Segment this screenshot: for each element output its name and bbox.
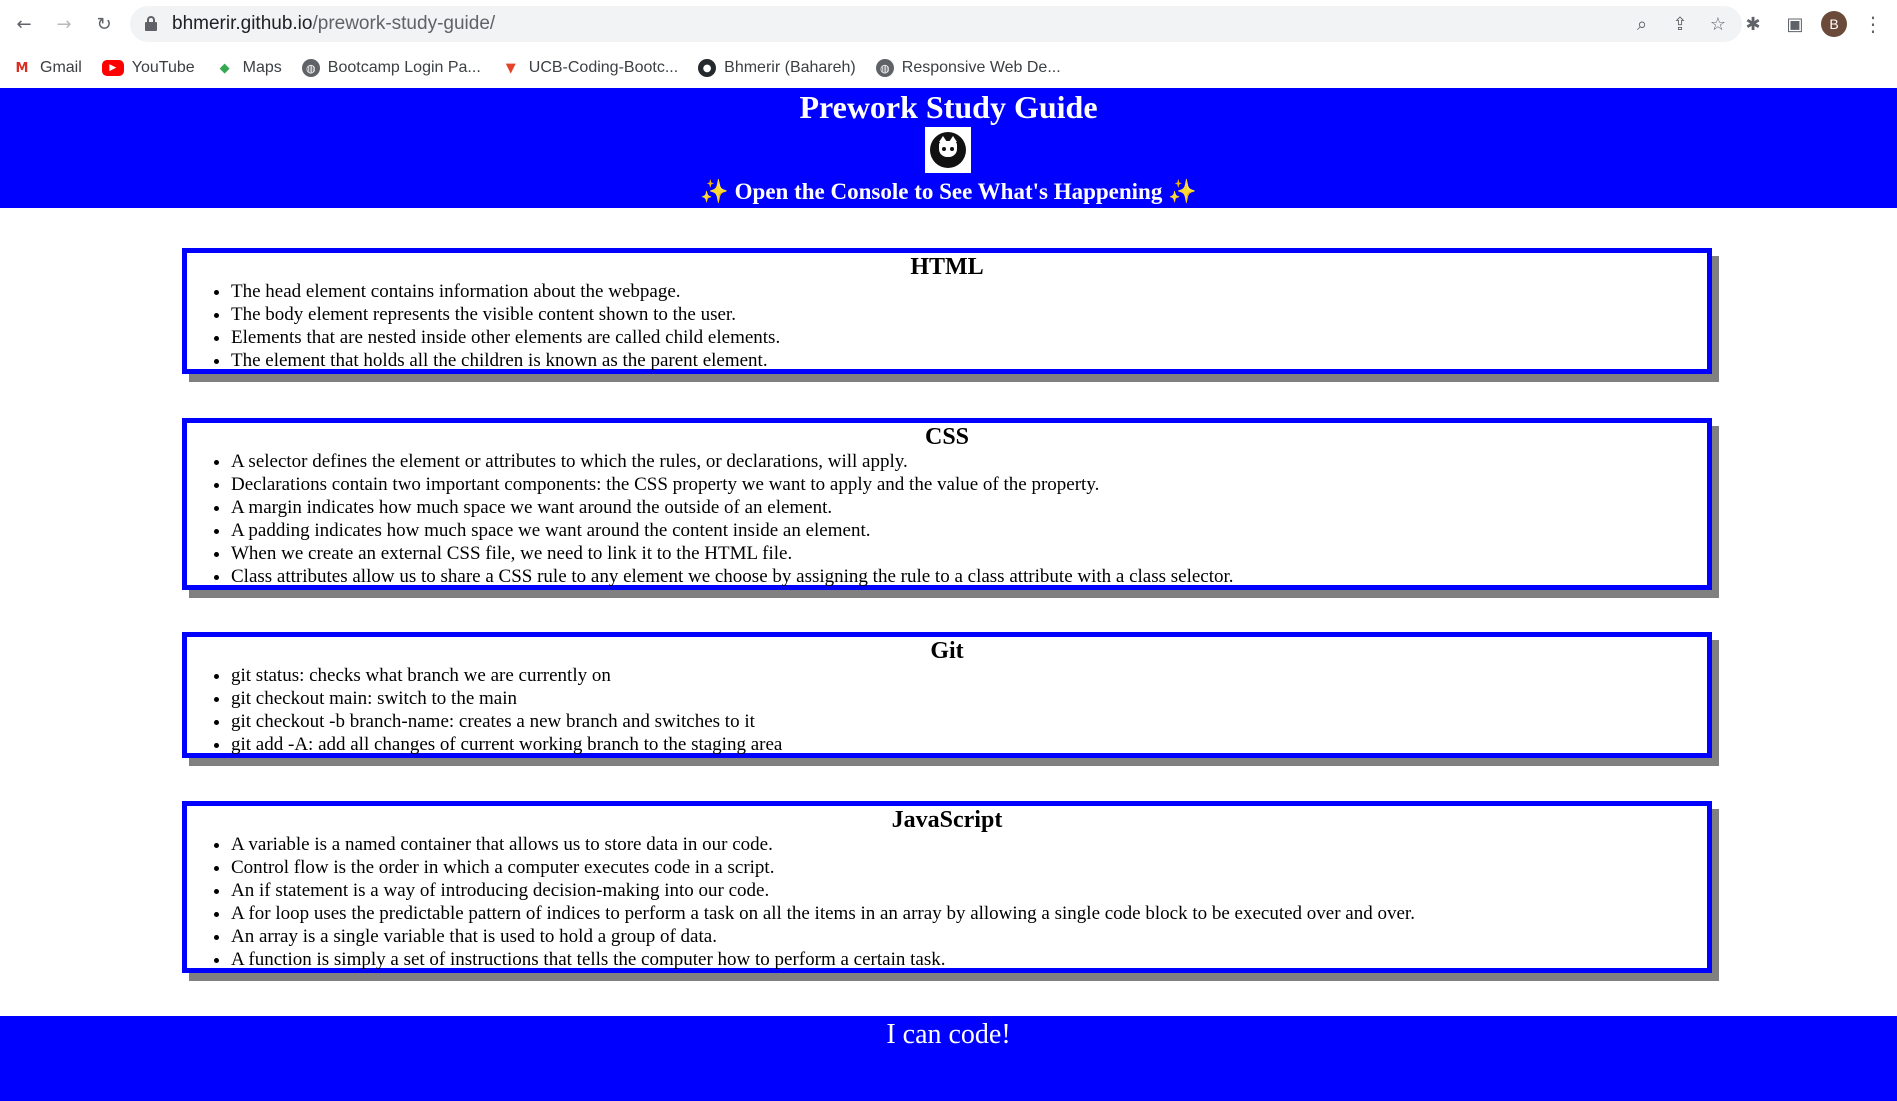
bookmark-youtube[interactable]: ▶ YouTube [101,54,195,82]
side-panel-icon[interactable]: ▣ [1779,8,1811,40]
list-item: The body element represents the visible … [231,303,1707,326]
bookmark-label: UCB-Coding-Bootc... [528,59,679,76]
list-item: Class attributes allow us to share a CSS… [231,565,1707,588]
bookmark-responsive-web-design[interactable]: ◍ Responsive Web De... [875,54,1061,82]
list-item: A padding indicates how much space we wa… [231,519,1707,542]
url-host: bhmerir.github.io [172,13,313,34]
section-title: Git [930,638,964,664]
menu-dots-icon[interactable]: ⋮ [1857,8,1889,40]
list-item: A variable is a named container that all… [231,833,1707,856]
zoom-icon[interactable]: ⌕ [1626,8,1658,40]
page-header: Prework Study Guide ✨ Open the Console t… [0,88,1897,208]
section-list: A variable is a named container that all… [231,833,1707,971]
section-list: A selector defines the element or attrib… [231,450,1707,588]
star-bookmark-icon[interactable]: ☆ [1702,8,1734,40]
list-item: git add -A: add all changes of current w… [231,733,1707,756]
bookmark-gmail[interactable]: M Gmail [12,54,82,82]
javascript-section: JavaScript A variable is a named contain… [182,801,1712,973]
maps-icon: ◆ [219,60,230,76]
git-section: Git git status: checks what branch we ar… [182,632,1712,758]
bookmark-github-bhmerir[interactable]: ● Bhmerir (Bahareh) [698,54,856,82]
forward-arrow-icon[interactable]: → [48,8,80,40]
section-title: CSS [924,424,970,450]
globe-icon: ◍ [301,59,320,77]
url-text[interactable]: bhmerir.github.io/prework-study-guide/ [172,13,495,35]
share-icon[interactable]: ⇪ [1664,8,1696,40]
list-item: When we create an external CSS file, we … [231,542,1707,565]
globe-icon: ◍ [875,59,894,77]
github-icon: ● [698,59,717,77]
list-item: An if statement is a way of introducing … [231,879,1707,902]
page-footer: I can code! [0,1016,1897,1101]
bookmark-label: Bhmerir (Bahareh) [724,59,856,76]
bookmark-maps[interactable]: ◆ Maps [215,54,282,82]
list-item: Elements that are nested inside other el… [231,326,1707,349]
footer-text: I can code! [886,1019,1011,1050]
html-section: HTML The head element contains informati… [182,248,1712,374]
section-title: JavaScript [891,807,1003,833]
web-page: Prework Study Guide ✨ Open the Console t… [0,88,1897,1101]
section-list: The head element contains information ab… [231,280,1707,372]
lock-icon[interactable] [144,16,158,32]
bookmark-bootcamp-login[interactable]: ◍ Bootcamp Login Pa... [301,54,481,82]
bookmark-label: YouTube [131,59,195,76]
bookmark-label: Responsive Web De... [901,59,1061,76]
bookmark-label: Gmail [40,59,82,76]
bookmark-ucb-coding-bootcamp[interactable]: ▼ UCB-Coding-Bootc... [501,54,678,82]
gmail-icon: M [15,60,29,76]
list-item: A selector defines the element or attrib… [231,450,1707,473]
reload-icon[interactable]: ↻ [88,8,120,40]
list-item: The element that holds all the children … [231,349,1707,372]
list-item: A for loop uses the predictable pattern … [231,902,1707,925]
cat-avatar-image [925,127,971,173]
list-item: The head element contains information ab… [231,280,1707,303]
list-item: git checkout main: switch to the main [231,687,1707,710]
list-item: A margin indicates how much space we wan… [231,496,1707,519]
list-item: An array is a single variable that is us… [231,925,1707,948]
page-subtitle: ✨ Open the Console to See What's Happeni… [700,179,1197,204]
back-arrow-icon[interactable]: ← [8,8,40,40]
list-item: A function is simply a set of instructio… [231,948,1707,971]
list-item: git checkout -b branch-name: creates a n… [231,710,1707,733]
list-item: git status: checks what branch we are cu… [231,664,1707,687]
youtube-icon: ▶ [101,60,124,76]
bookmark-label: Bootcamp Login Pa... [327,59,481,76]
bookmarks-bar: M Gmail ▶ YouTube ◆ Maps ◍ Bootcamp Logi… [0,48,1897,88]
address-bar[interactable]: bhmerir.github.io/prework-study-guide/ ⌕… [130,6,1742,42]
css-section: CSS A selector defines the element or at… [182,418,1712,590]
section-list: git status: checks what branch we are cu… [231,664,1707,756]
extensions-icon[interactable]: ✱ [1737,8,1769,40]
gitlab-icon: ▼ [505,60,516,76]
section-title: HTML [910,254,984,280]
url-path: /prework-study-guide/ [312,13,496,34]
list-item: Control flow is the order in which a com… [231,856,1707,879]
page-title: Prework Study Guide [799,89,1098,125]
bookmark-label: Maps [242,59,282,76]
browser-toolbar: ← → ↻ bhmerir.github.io/prework-study-gu… [0,0,1897,48]
profile-avatar[interactable]: B [1821,11,1847,37]
list-item: Declarations contain two important compo… [231,473,1707,496]
